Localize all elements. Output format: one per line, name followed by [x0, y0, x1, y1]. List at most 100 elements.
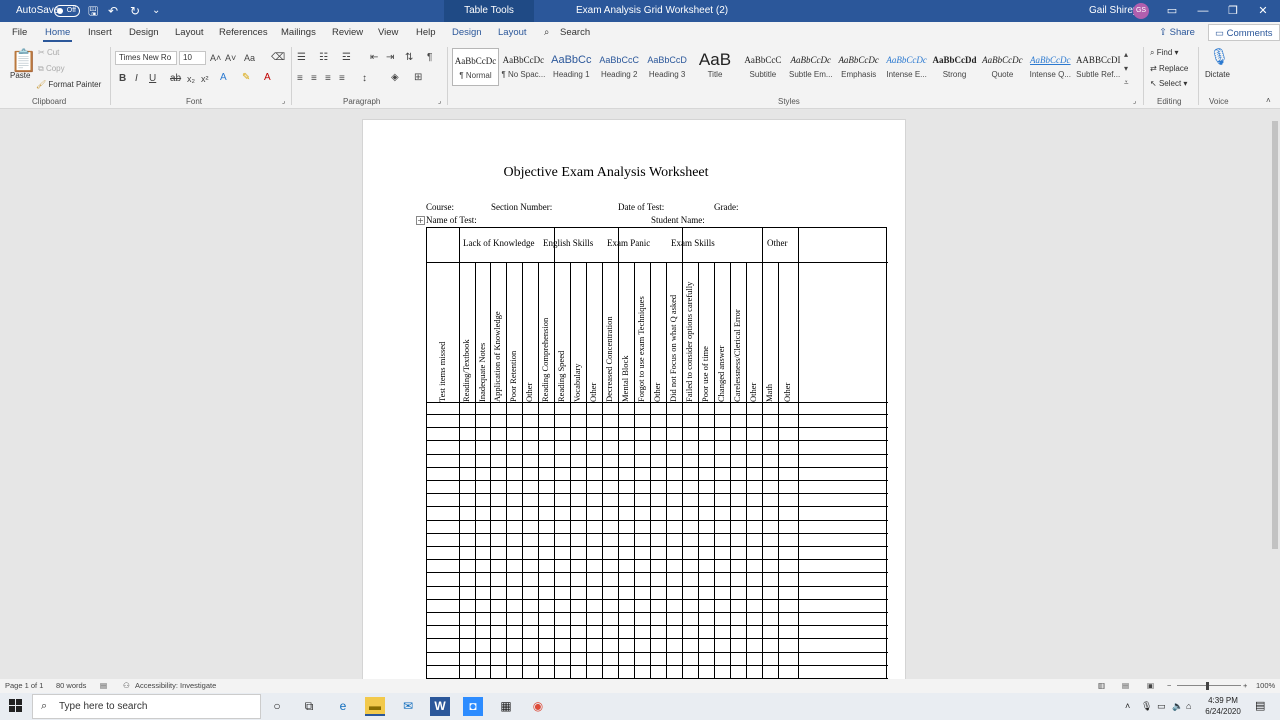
zoom-app-icon[interactable]: ◘: [463, 697, 483, 716]
collapse-ribbon-icon[interactable]: ˄: [1266, 95, 1271, 107]
table-move-handle-icon[interactable]: +: [416, 216, 425, 225]
print-layout-icon[interactable]: ▤: [1122, 679, 1129, 693]
style-option[interactable]: AaBbCcDc Intense E...: [883, 48, 930, 86]
line-spacing-icon[interactable]: ↕: [362, 73, 367, 85]
numbering-icon[interactable]: ☷: [319, 52, 328, 64]
cortana-icon[interactable]: ○: [267, 697, 287, 716]
dialog-launcher-icon[interactable]: ⌟: [282, 96, 285, 108]
style-option[interactable]: AaBbCcDc Intense Q...: [1027, 48, 1074, 86]
tray-chevron-icon[interactable]: ˄: [1125, 693, 1130, 720]
font-size-select[interactable]: 10: [179, 51, 206, 65]
minimize-icon[interactable]: —: [1188, 0, 1218, 22]
proofing-icon[interactable]: ▤: [100, 679, 107, 693]
font-family-select[interactable]: Times New Ro: [115, 51, 177, 65]
search-icon[interactable]: ⌕: [544, 22, 549, 43]
network-status-icon[interactable]: ⌂: [1186, 693, 1191, 720]
underline-icon[interactable]: U: [149, 73, 156, 85]
tab-file[interactable]: File: [12, 22, 27, 43]
style-option[interactable]: AaBbCcC Subtitle: [739, 48, 786, 86]
microphone-tray-icon[interactable]: 🎙: [1141, 693, 1152, 720]
autosave-toggle[interactable]: Off: [54, 5, 80, 17]
style-option[interactable]: AaBbCcDd Strong: [931, 48, 978, 86]
tab-layout[interactable]: Layout: [175, 22, 204, 43]
edge-icon[interactable]: e: [333, 697, 353, 716]
undo-icon[interactable]: ↶: [108, 0, 118, 22]
page-count[interactable]: Page 1 of 1: [5, 679, 43, 693]
tab-review[interactable]: Review: [332, 22, 363, 43]
tab-help[interactable]: Help: [416, 22, 436, 43]
style-option[interactable]: AaBbCc Heading 1: [548, 48, 595, 86]
style-option[interactable]: AaBbCcDc Subtle Em...: [787, 48, 834, 86]
file-explorer-icon[interactable]: ▬: [365, 697, 385, 716]
task-view-icon[interactable]: ⧉: [299, 697, 319, 716]
font-color-icon[interactable]: A: [264, 72, 271, 84]
replace-button[interactable]: ⇄ Replace: [1150, 64, 1188, 73]
zoom-slider-thumb[interactable]: [1206, 682, 1209, 690]
accessibility-icon[interactable]: ⚇: [123, 679, 130, 693]
read-mode-icon[interactable]: ▥: [1098, 679, 1105, 693]
format-painter-button[interactable]: 🖌 Format Painter: [36, 80, 101, 89]
dialog-launcher-icon[interactable]: ⌟: [1133, 96, 1136, 108]
align-left-icon[interactable]: ≡: [297, 73, 303, 85]
share-button[interactable]: ⇪ Share: [1153, 24, 1201, 41]
tab-mailings[interactable]: Mailings: [281, 22, 316, 43]
document-page[interactable]: Objective Exam Analysis Worksheet Course…: [362, 119, 906, 679]
style-option[interactable]: AaBbCcDc Emphasis: [835, 48, 882, 86]
style-option[interactable]: AaBbCcD Heading 3: [644, 48, 691, 86]
taskbar-search-input[interactable]: ⌕ Type here to search: [32, 694, 261, 719]
redo-icon[interactable]: ↻: [130, 0, 140, 22]
calculator-icon[interactable]: ▦: [496, 697, 516, 716]
find-button[interactable]: ⌕ Find ▾: [1150, 48, 1179, 58]
zoom-in-icon[interactable]: +: [1243, 679, 1247, 693]
borders-icon[interactable]: ⊞: [414, 72, 422, 84]
increase-indent-icon[interactable]: ⇥: [386, 52, 394, 64]
close-icon[interactable]: ✕: [1248, 0, 1278, 22]
grow-font-icon[interactable]: A˄: [210, 52, 221, 64]
tab-table-layout[interactable]: Layout: [498, 22, 527, 43]
chrome-icon[interactable]: ◉: [528, 697, 548, 716]
shading-icon[interactable]: ◈: [391, 72, 399, 84]
style-option[interactable]: AaBbCcDc ¶ No Spac...: [500, 48, 547, 86]
style-option[interactable]: AaBbCcDc ¶ Normal: [452, 48, 499, 86]
gallery-down-icon[interactable]: ▾: [1124, 63, 1128, 75]
zoom-level[interactable]: 100%: [1256, 679, 1275, 693]
shrink-font-icon[interactable]: A˅: [225, 52, 236, 64]
dialog-launcher-icon[interactable]: ⌟: [438, 96, 441, 108]
tab-design[interactable]: Design: [129, 22, 159, 43]
save-icon[interactable]: 🖫: [88, 0, 98, 22]
bullets-icon[interactable]: ☰: [297, 52, 306, 64]
web-layout-icon[interactable]: ▣: [1147, 679, 1154, 693]
select-button[interactable]: ↖ Select ▾: [1150, 79, 1187, 88]
tab-table-design[interactable]: Design: [452, 22, 482, 43]
italic-icon[interactable]: I: [135, 73, 138, 85]
user-name[interactable]: Gail Shirey: [1089, 0, 1138, 22]
tell-me-search[interactable]: Search: [560, 22, 590, 43]
tab-home[interactable]: Home: [42, 22, 73, 43]
align-center-icon[interactable]: ≡: [311, 73, 317, 85]
cut-button[interactable]: ✂ Cut: [38, 48, 59, 57]
tab-references[interactable]: References: [219, 22, 268, 43]
gallery-more-icon[interactable]: ⩡: [1124, 77, 1129, 89]
vertical-scrollbar[interactable]: [1270, 109, 1280, 679]
tab-view[interactable]: View: [378, 22, 398, 43]
style-option[interactable]: AaBbCcC Heading 2: [596, 48, 643, 86]
comments-button[interactable]: ▭ Comments: [1208, 24, 1280, 41]
user-avatar[interactable]: GS: [1133, 3, 1149, 19]
superscript-icon[interactable]: x²: [201, 73, 209, 85]
sort-icon[interactable]: ⇅: [405, 52, 413, 64]
customize-toolbar-icon[interactable]: ⌄: [152, 0, 160, 22]
tab-insert[interactable]: Insert: [88, 22, 112, 43]
multilevel-list-icon[interactable]: ☲: [342, 52, 351, 64]
style-option[interactable]: AABBCcDI Subtle Ref...: [1075, 48, 1122, 86]
style-option[interactable]: AaBbCcDc Quote: [979, 48, 1026, 86]
network-icon[interactable]: ▭: [1157, 693, 1166, 720]
word-count[interactable]: 80 words: [56, 679, 86, 693]
word-app-icon[interactable]: W: [430, 697, 450, 716]
clear-formatting-icon[interactable]: ⌫: [271, 52, 285, 64]
microphone-icon[interactable]: 🎙: [1209, 48, 1229, 68]
strikethrough-icon[interactable]: ab: [170, 73, 181, 85]
accessibility-status[interactable]: Accessibility: Investigate: [135, 679, 216, 693]
style-option[interactable]: AaB Title: [692, 48, 739, 86]
change-case-icon[interactable]: Aa: [244, 52, 255, 64]
ribbon-display-options-icon[interactable]: ▭: [1157, 0, 1187, 22]
